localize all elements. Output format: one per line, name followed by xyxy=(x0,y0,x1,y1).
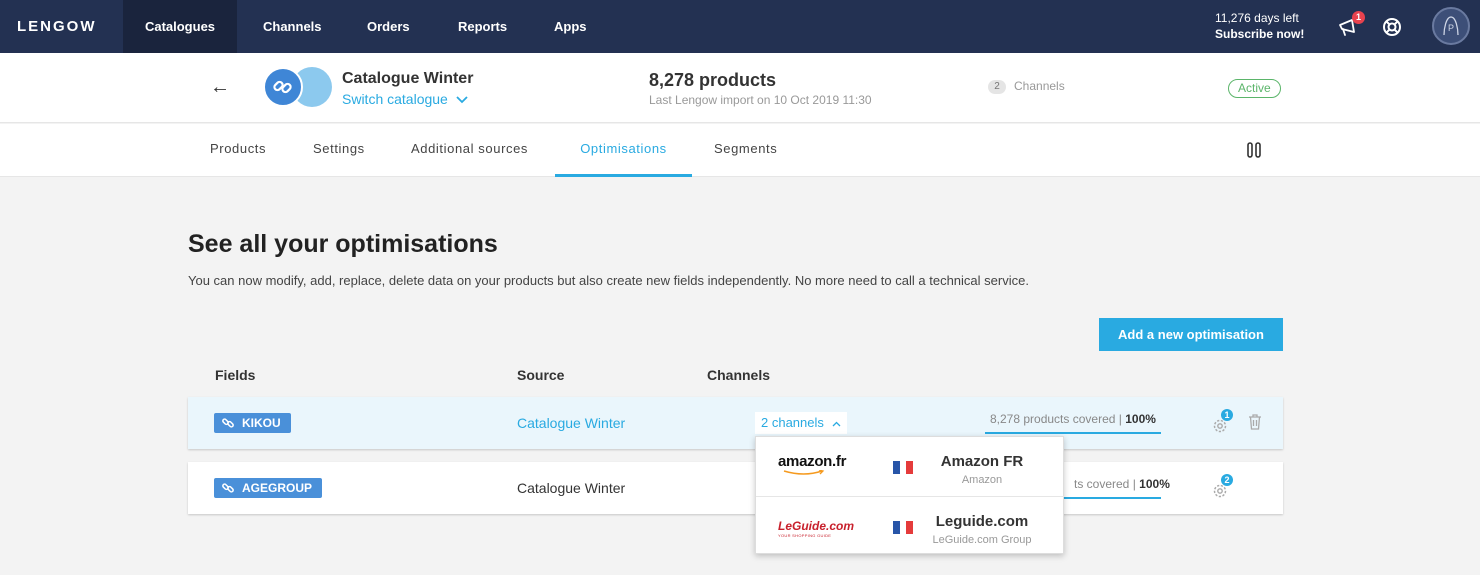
switch-catalogue-link[interactable]: Switch catalogue xyxy=(342,91,468,107)
covered-label: 8,278 products covered xyxy=(990,412,1116,426)
switch-catalogue-label: Switch catalogue xyxy=(342,91,448,107)
coverage-bar xyxy=(985,432,1161,434)
avatar-icon: P xyxy=(1443,16,1459,36)
back-arrow-icon[interactable]: ← xyxy=(210,76,230,99)
table-row[interactable]: AGEGROUP Catalogue Winter ts covered | 1… xyxy=(188,462,1283,514)
field-name: KIKOU xyxy=(242,416,281,430)
covered-percent: 100% xyxy=(1139,477,1170,491)
amazon-logo: amazon.fr xyxy=(778,453,858,481)
channels-dropdown-toggle[interactable]: 2 channels xyxy=(755,412,847,434)
coverage-bar xyxy=(1063,497,1161,499)
catalogue-header: ← Catalogue Winter Switch catalogue 8,27… xyxy=(0,53,1480,123)
chevron-up-icon xyxy=(832,421,840,427)
avatar[interactable]: P xyxy=(1432,7,1470,45)
channel-group: Amazon xyxy=(961,474,1003,486)
tab-settings[interactable]: Settings xyxy=(313,124,365,177)
gear-badge: 2 xyxy=(1221,474,1233,486)
channel-group: LeGuide.com Group xyxy=(932,534,1032,546)
covered-separator: | xyxy=(1118,412,1122,426)
link-icon xyxy=(222,418,234,428)
source-label: Catalogue Winter xyxy=(517,480,626,496)
column-header-fields: Fields xyxy=(215,367,256,383)
field-name: AGEGROUP xyxy=(242,481,313,495)
notification-badge: 1 xyxy=(1352,11,1365,24)
catalogue-tabs: Products Settings Additional sources Opt… xyxy=(0,124,1480,177)
last-import: Last Lengow import on 10 Oct 2019 11:30 xyxy=(649,93,872,107)
field-tag: AGEGROUP xyxy=(214,478,323,498)
covered-label: ts covered xyxy=(1074,477,1130,491)
france-flag-icon xyxy=(893,521,914,534)
top-nav: LENGOW Catalogues Channels Orders Report… xyxy=(0,0,1480,53)
page-description: You can now modify, add, replace, delete… xyxy=(188,273,1029,288)
nav-item-orders[interactable]: Orders xyxy=(341,0,436,53)
columns-icon[interactable] xyxy=(1246,141,1262,159)
field-tag: KIKOU xyxy=(214,413,291,433)
page-title: See all your optimisations xyxy=(188,230,498,258)
channel-name: Leguide.com xyxy=(935,513,1029,530)
table-row[interactable]: KIKOU Catalogue Winter 2 channels 8,278 … xyxy=(188,397,1283,449)
days-left: 11,276 days left xyxy=(1215,11,1299,25)
channel-item-amazon-fr[interactable]: amazon.fr Amazon FR Amazon xyxy=(756,437,1065,496)
covered-percent: 100% xyxy=(1125,412,1156,426)
channels-label[interactable]: Channels xyxy=(1014,79,1065,93)
catalogue-link-icon xyxy=(263,67,303,107)
product-count: 8,278 products xyxy=(649,70,777,90)
nav-item-catalogues[interactable]: Catalogues xyxy=(123,0,237,53)
subscribe-link[interactable]: Subscribe now! xyxy=(1215,26,1304,42)
channel-name: Amazon FR xyxy=(940,453,1024,470)
channel-item-leguide[interactable]: LeGuide.com YOUR SHOPPING GUIDE Leguide.… xyxy=(756,496,1065,555)
tab-additional-sources[interactable]: Additional sources xyxy=(411,124,528,177)
covered-separator: | xyxy=(1132,477,1136,491)
products-covered: 8,278 products covered | 100% xyxy=(990,412,1156,426)
tab-optimisations[interactable]: Optimisations xyxy=(555,124,692,177)
subscription-info[interactable]: 11,276 days left Subscribe now! xyxy=(1215,10,1304,42)
lifebuoy-icon[interactable] xyxy=(1377,12,1407,42)
nav-item-reports[interactable]: Reports xyxy=(432,0,533,53)
products-covered: ts covered | 100% xyxy=(1074,477,1170,491)
catalogue-name: Catalogue Winter xyxy=(342,70,474,87)
tab-products[interactable]: Products xyxy=(210,124,266,177)
gear-badge: 1 xyxy=(1221,409,1233,421)
lengow-logo[interactable]: LENGOW xyxy=(17,18,97,35)
column-header-source: Source xyxy=(517,367,565,383)
nav-item-channels[interactable]: Channels xyxy=(237,0,348,53)
add-optimisation-button[interactable]: Add a new optimisation xyxy=(1099,318,1283,351)
channels-count-badge: 2 xyxy=(988,80,1006,94)
status-badge: Active xyxy=(1228,79,1281,98)
source-link[interactable]: Catalogue Winter xyxy=(517,415,625,431)
svg-text:P: P xyxy=(1448,23,1454,33)
channels-dropdown: amazon.fr Amazon FR Amazon LeGuide.com Y… xyxy=(755,436,1065,555)
france-flag-icon xyxy=(893,461,914,474)
channels-count-label: 2 channels xyxy=(761,415,824,430)
column-header-channels: Channels xyxy=(707,367,771,383)
nav-item-apps[interactable]: Apps xyxy=(528,0,613,53)
leguide-logo: LeGuide.com YOUR SHOPPING GUIDE xyxy=(778,519,855,538)
link-icon xyxy=(222,483,234,493)
tab-segments[interactable]: Segments xyxy=(714,124,777,177)
chevron-down-icon xyxy=(456,96,468,104)
trash-icon[interactable] xyxy=(1247,413,1263,431)
